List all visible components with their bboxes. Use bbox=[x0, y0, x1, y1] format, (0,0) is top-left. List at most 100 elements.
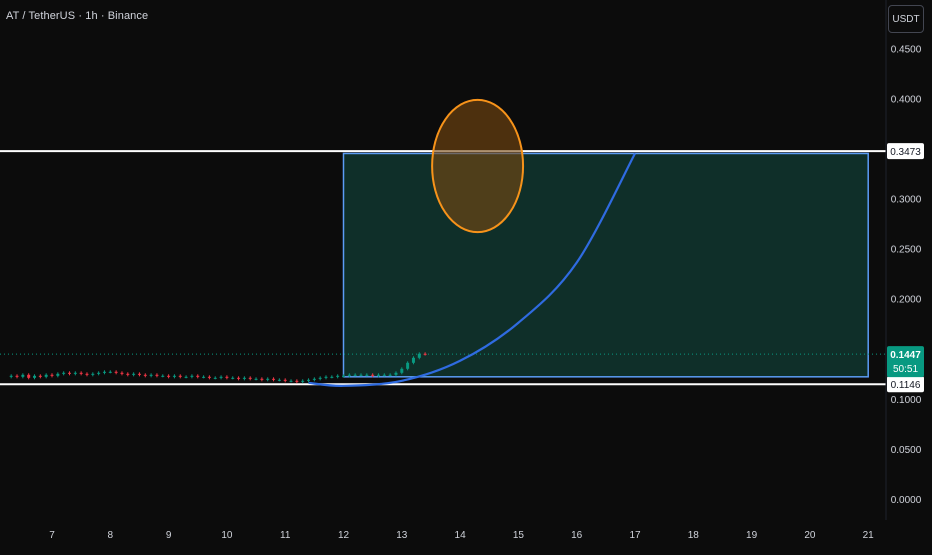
candle-body bbox=[79, 372, 83, 374]
candle-body bbox=[382, 374, 386, 376]
candle-body bbox=[248, 377, 252, 379]
level-label-text: 0.3473 bbox=[890, 147, 921, 158]
chart-container[interactable]: 0.4500 0.4000 0.3000 0.2500 0.2000 0.1000 0.05… bbox=[0, 0, 932, 550]
current-price-label: 0.1447 bbox=[890, 350, 921, 361]
candle-body bbox=[242, 377, 246, 379]
candle-body bbox=[172, 375, 176, 377]
candle-body bbox=[365, 374, 369, 376]
candle-body bbox=[149, 374, 153, 376]
candle-body bbox=[406, 362, 410, 369]
candle-body bbox=[202, 376, 206, 378]
candle-body bbox=[307, 379, 311, 381]
candle-body bbox=[260, 378, 264, 380]
candle-body bbox=[207, 376, 211, 378]
candle-body bbox=[266, 378, 270, 380]
candle-body bbox=[67, 372, 71, 374]
time-tick-label: 18 bbox=[688, 530, 700, 541]
candle-body bbox=[44, 374, 48, 377]
candle-body bbox=[289, 380, 293, 382]
time-tick-label: 13 bbox=[396, 530, 408, 541]
target-zone bbox=[342, 152, 869, 378]
candle-body bbox=[132, 373, 136, 375]
candle-body bbox=[324, 376, 328, 378]
price-tick-label: 0.4500 bbox=[891, 44, 922, 55]
candle-body bbox=[114, 371, 118, 373]
candle-body bbox=[347, 374, 351, 376]
candle-body bbox=[9, 375, 13, 377]
candle-body bbox=[137, 373, 141, 375]
candle-body bbox=[411, 357, 415, 363]
currency-button[interactable]: USDT bbox=[888, 5, 924, 33]
price-tick-label: 0.4000 bbox=[891, 94, 922, 105]
candle-body bbox=[27, 374, 31, 378]
candle-body bbox=[394, 372, 398, 375]
candle-body bbox=[353, 374, 357, 376]
candle-body bbox=[62, 372, 66, 374]
candle-body bbox=[73, 372, 77, 374]
candle-body bbox=[126, 373, 130, 375]
candle-body bbox=[219, 376, 223, 378]
ellipse-layer bbox=[431, 98, 525, 234]
candle-body bbox=[400, 368, 404, 373]
candle-body bbox=[120, 372, 124, 374]
candle-body bbox=[155, 374, 159, 376]
time-tick-label: 19 bbox=[746, 530, 758, 541]
candle-body bbox=[50, 374, 54, 376]
highlight-ellipse bbox=[431, 98, 525, 234]
time-tick-label: 7 bbox=[49, 530, 55, 541]
candle-body bbox=[85, 373, 89, 375]
candle-body bbox=[277, 379, 281, 381]
candle-body bbox=[213, 377, 217, 379]
price-tick-label: 0.3000 bbox=[891, 195, 922, 206]
candle-body bbox=[196, 375, 200, 377]
price-chart[interactable]: 0.4500 0.4000 0.3000 0.2500 0.2000 0.1000 0.05… bbox=[0, 0, 932, 550]
candle-body bbox=[184, 376, 188, 378]
target-zone-box bbox=[342, 152, 869, 378]
price-tick-label: 0.0000 bbox=[891, 495, 922, 506]
time-tick-label: 14 bbox=[455, 530, 467, 541]
candle-body bbox=[225, 376, 229, 378]
time-tick-label: 20 bbox=[804, 530, 816, 541]
symbol-title[interactable]: AT / TetherUS · 1h · Binance bbox=[6, 10, 148, 22]
price-labels: 0.3473 0.1146 0.1447 50:51 bbox=[887, 143, 924, 393]
level-label-text: 0.1146 bbox=[891, 380, 921, 391]
time-axis[interactable]: 7 8 9 10 11 12 13 14 15 16 17 18 19 20 21 bbox=[49, 530, 874, 541]
candle-body bbox=[272, 378, 276, 380]
candle-body bbox=[102, 371, 106, 373]
candle-body bbox=[38, 375, 42, 377]
candle-body bbox=[301, 380, 305, 382]
candle-body bbox=[231, 377, 235, 379]
price-tick-label: 0.1000 bbox=[891, 395, 922, 406]
time-tick-label: 21 bbox=[863, 530, 875, 541]
price-tick-label: 0.2500 bbox=[891, 245, 922, 256]
candle-body bbox=[417, 353, 421, 358]
time-tick-label: 9 bbox=[166, 530, 172, 541]
candle-body bbox=[359, 374, 363, 376]
candle-body bbox=[33, 375, 37, 378]
candle-body bbox=[21, 374, 25, 377]
time-tick-label: 8 bbox=[108, 530, 114, 541]
time-tick-label: 16 bbox=[571, 530, 583, 541]
candle-body bbox=[312, 378, 316, 380]
candle-body bbox=[388, 374, 392, 376]
candle-body bbox=[143, 374, 147, 376]
time-tick-label: 15 bbox=[513, 530, 525, 541]
candle-body bbox=[283, 379, 287, 381]
candle-body bbox=[342, 375, 345, 377]
time-tick-label: 11 bbox=[280, 530, 291, 541]
candle-body bbox=[167, 375, 171, 377]
candle-body bbox=[190, 375, 194, 377]
candle-body bbox=[178, 375, 182, 377]
candle-body bbox=[295, 380, 299, 382]
price-tick-label: 0.2000 bbox=[891, 295, 922, 306]
candle-body bbox=[254, 378, 258, 380]
candle-body bbox=[97, 372, 101, 374]
price-tick-label: 0.0500 bbox=[891, 445, 922, 456]
candle-body bbox=[237, 377, 241, 379]
candle-body bbox=[423, 353, 427, 355]
candle-body bbox=[91, 373, 95, 375]
time-tick-label: 10 bbox=[221, 530, 233, 541]
price-axis[interactable]: 0.4500 0.4000 0.3000 0.2500 0.2000 0.1000 0.05… bbox=[891, 44, 922, 506]
candle-body bbox=[371, 374, 375, 376]
candle-body bbox=[336, 375, 340, 377]
